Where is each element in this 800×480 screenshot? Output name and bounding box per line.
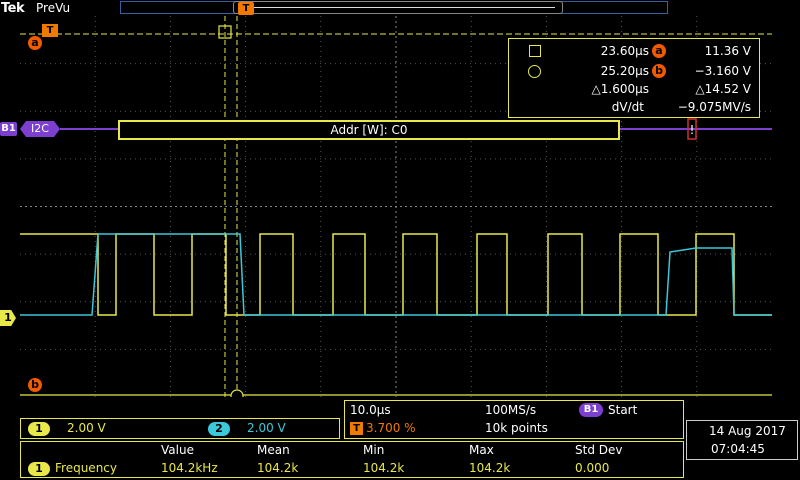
cursor-square-icon <box>529 45 541 57</box>
dvdt-value: −9.075MV/s <box>677 100 751 114</box>
brand-logo: Tek <box>1 1 25 16</box>
channel-scale-panel: 1 2.00 V 2 2.00 V <box>20 418 340 439</box>
dvdt-label: dV/dt <box>611 100 644 114</box>
ch1-ground-marker[interactable]: 1 <box>0 310 16 326</box>
meas-value: 104.2kHz <box>161 461 218 475</box>
bus-b1-badge[interactable]: B1 <box>579 403 603 417</box>
ch1-badge[interactable]: 1 <box>28 422 50 436</box>
acquisition-mode: PreVu <box>36 1 71 15</box>
cursor-a-badge: a <box>652 44 666 58</box>
cursor-readout-panel: 23.60µs a 11.36 V 25.20µs b −3.160 V △1.… <box>508 38 760 118</box>
meas-stddev: 0.000 <box>575 461 610 475</box>
trigger-position-marker-top[interactable]: T <box>238 2 254 15</box>
cursor-a-marker[interactable]: a <box>28 36 42 50</box>
delta-voltage: △14.52 V <box>695 82 751 96</box>
meas-mean: 104.2k <box>257 461 299 475</box>
horizontal-panel: 10.0µs 100MS/s B1 Start T 3.700 % 10k po… <box>344 400 684 439</box>
meas-header-mean: Mean <box>257 443 290 457</box>
meas-header-max: Max <box>469 443 494 457</box>
ch2-badge[interactable]: 2 <box>208 422 230 436</box>
sample-rate: 100MS/s <box>485 403 537 417</box>
trigger-position-value[interactable]: 3.700 % <box>366 421 416 435</box>
meas-header-min: Min <box>363 443 385 457</box>
cursor-circle-icon <box>528 65 541 78</box>
i2c-bus-label[interactable]: I2C <box>20 121 60 137</box>
meas-ch1-badge: 1 <box>28 462 50 476</box>
meas-max: 104.2k <box>469 461 511 475</box>
ch2-scale[interactable]: 2.00 V <box>247 421 286 435</box>
meas-header-stddev: Std Dev <box>575 443 623 457</box>
meas-label[interactable]: Frequency <box>55 461 117 475</box>
delta-time: △1.600µs <box>591 82 649 96</box>
timebase-value[interactable]: 10.0µs <box>350 403 391 417</box>
meas-min: 104.2k <box>363 461 405 475</box>
cursor1-time: 23.60µs <box>600 44 649 58</box>
trigger-position-icon: T <box>350 422 363 435</box>
datetime-box[interactable]: 14 Aug 2017 07:04:45 <box>686 420 798 460</box>
record-length[interactable]: 10k points <box>485 421 548 435</box>
time: 07:04:45 <box>711 442 765 456</box>
bus-error-icon: ! <box>690 123 695 137</box>
date: 14 Aug 2017 <box>709 424 786 438</box>
ch1-scale[interactable]: 2.00 V <box>67 421 106 435</box>
time-cursor-2-handle <box>230 389 244 397</box>
cursor2-time: 25.20µs <box>600 64 649 78</box>
cursor-b-marker[interactable]: b <box>28 378 42 392</box>
cursor-b-badge: b <box>652 64 666 78</box>
acquisition-state[interactable]: Start <box>608 403 637 417</box>
meas-header-value: Value <box>161 443 194 457</box>
bus-b1-tab[interactable]: B1 <box>0 122 17 136</box>
trigger-level-marker[interactable]: T <box>42 24 58 37</box>
cursor1-voltage: 11.36 V <box>704 44 751 58</box>
measurement-panel: Value Mean Min Max Std Dev 1 Frequency 1… <box>20 441 684 478</box>
record-view-line <box>240 7 555 8</box>
cursor2-voltage: −3.160 V <box>694 64 751 78</box>
bus-decode-packet[interactable]: Addr [W]: C0 <box>118 120 620 140</box>
